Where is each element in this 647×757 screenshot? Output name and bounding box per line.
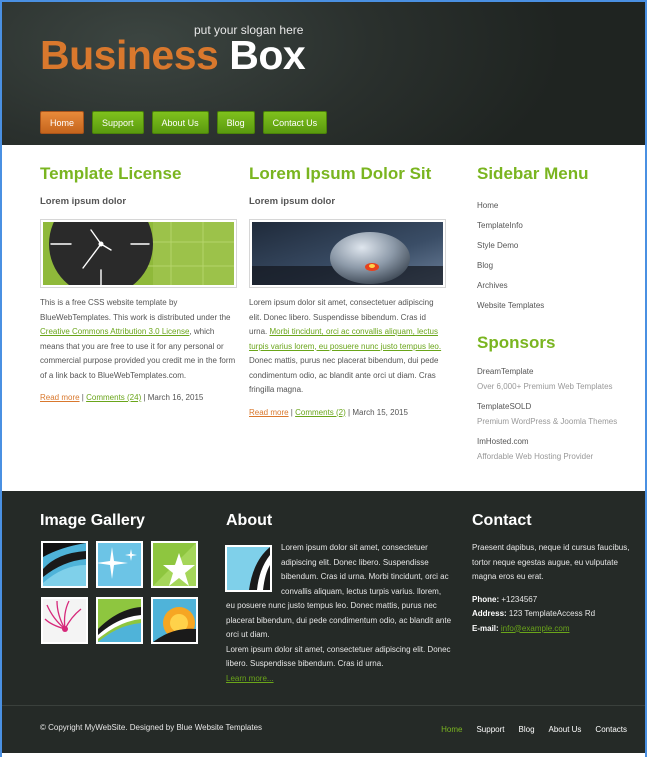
nav-support[interactable]: Support — [92, 111, 144, 134]
nav-home[interactable]: Home — [40, 111, 85, 134]
email-link[interactable]: info@example.com — [501, 624, 570, 633]
comments-link[interactable]: Comments (24) — [86, 393, 141, 402]
stripe-thumb-icon — [98, 599, 141, 642]
post-title[interactable]: Template License — [40, 164, 237, 184]
about-paragraph-2: Lorem ipsum dolor sit amet, consectetuer… — [226, 644, 451, 669]
copyright: © Copyright MyWebSite. Designed by Blue … — [40, 723, 262, 732]
about-image — [225, 545, 272, 592]
nav-about-us[interactable]: About Us — [151, 111, 209, 134]
sponsor-name[interactable]: TemplateSOLD — [477, 402, 637, 411]
gallery-thumb[interactable] — [96, 541, 143, 588]
gallery-thumb[interactable] — [151, 541, 198, 588]
inline-link[interactable]: Morbi tincidunt, orci ac convallis aliqu… — [249, 327, 441, 351]
footer-nav: Home Support Blog About Us Contacts — [441, 725, 627, 734]
sponsor-desc: Premium WordPress & Joomla Themes — [477, 417, 618, 426]
post-text-end: Donec mattis, purus nec placerat bibendu… — [249, 356, 439, 394]
address-label: Address: — [472, 609, 507, 618]
post-date: March 16, 2015 — [147, 393, 204, 402]
gallery-thumb[interactable] — [151, 597, 198, 644]
sidebar-item-blog[interactable]: Blog — [477, 261, 637, 281]
gallery-thumb[interactable] — [41, 541, 88, 588]
contact-address: Address: 123 TemplateAccess Rd — [472, 607, 637, 622]
contact-phone: Phone: +1234567 — [472, 593, 637, 608]
footer-nav-contacts[interactable]: Contacts — [595, 725, 627, 734]
learn-more-link[interactable]: Learn more... — [226, 674, 274, 683]
post-body: This is a free CSS website template by B… — [40, 296, 237, 383]
clock-graphic-icon — [43, 222, 234, 285]
contact-email: E-mail: info@example.com — [472, 622, 637, 637]
main-nav: Home Support About Us Blog Contact Us — [40, 111, 328, 134]
logo-part-2: Box — [229, 32, 306, 78]
star-thumb-icon — [153, 543, 196, 586]
license-link[interactable]: Creative Commons Attribution 3.0 License — [40, 327, 189, 336]
footer-divider — [2, 705, 645, 706]
flower-thumb-icon — [43, 599, 86, 642]
footer-nav-about-us[interactable]: About Us — [549, 725, 582, 734]
sidebar: Sidebar Menu Home TemplateInfo Style Dem… — [477, 145, 637, 472]
read-more-link[interactable]: Read more — [249, 408, 289, 417]
sponsor-item: ImHosted.com Affordable Web Hosting Prov… — [477, 437, 637, 461]
contact-intro: Praesent dapibus, neque id cursus faucib… — [472, 543, 630, 581]
comments-link[interactable]: Comments (2) — [295, 408, 346, 417]
sponsor-item: TemplateSOLD Premium WordPress & Joomla … — [477, 402, 637, 426]
post-subtitle: Lorem ipsum dolor — [40, 196, 127, 207]
address-value: 123 TemplateAccess Rd — [508, 609, 596, 618]
sidebar-menu: Home TemplateInfo Style Demo Blog Archiv… — [477, 201, 637, 321]
sponsor-desc: Affordable Web Hosting Provider — [477, 452, 594, 461]
contact-block: Praesent dapibus, neque id cursus faucib… — [472, 541, 637, 636]
post-title[interactable]: Lorem Ipsum Dolor Sit — [249, 164, 446, 184]
wave-thumb-icon — [43, 543, 86, 586]
image-gallery — [41, 541, 198, 644]
post-body: Lorem ipsum dolor sit amet, consectetuer… — [249, 296, 446, 398]
computer-mouse-icon — [252, 222, 443, 285]
footer-nav-home[interactable]: Home — [441, 725, 462, 734]
sponsor-name[interactable]: ImHosted.com — [477, 437, 637, 446]
post-meta: Read more | Comments (2) | March 15, 201… — [249, 407, 408, 417]
website-templates-link[interactable]: Website Templates — [195, 723, 262, 732]
logo-part-1: Business — [40, 32, 219, 78]
contact-title: Contact — [472, 512, 532, 529]
nav-blog[interactable]: Blog — [216, 111, 255, 134]
footer-nav-blog[interactable]: Blog — [519, 725, 535, 734]
sponsor-item: DreamTemplate Over 6,000+ Premium Web Te… — [477, 367, 637, 391]
sidebar-item-style-demo[interactable]: Style Demo — [477, 241, 637, 261]
sidebar-item-website-templates[interactable]: Website Templates — [477, 301, 637, 321]
site-logo[interactable]: Business Box — [40, 32, 306, 79]
email-label: E-mail: — [472, 623, 499, 633]
sparkle-thumb-icon — [98, 543, 141, 586]
post-date: March 15, 2015 — [352, 407, 408, 417]
copyright-text: © Copyright MyWebSite. Designed by Blue — [40, 723, 195, 732]
post-text: This is a free CSS website template by B… — [40, 298, 231, 322]
sidebar-title: Sidebar Menu — [477, 164, 589, 183]
sponsor-list: DreamTemplate Over 6,000+ Premium Web Te… — [477, 367, 637, 461]
sponsor-name[interactable]: DreamTemplate — [477, 367, 637, 376]
about-title: About — [226, 512, 273, 529]
clock-image — [40, 219, 237, 288]
read-more-link[interactable]: Read more — [40, 393, 80, 402]
post-subtitle: Lorem ipsum dolor — [249, 196, 336, 207]
post-meta: Read more | Comments (24) | March 16, 20… — [40, 393, 204, 402]
phone-label: Phone: — [472, 594, 500, 604]
post-1: Template License Lorem ipsum dolor This … — [40, 145, 237, 402]
about-thumb-icon — [227, 547, 270, 590]
sidebar-item-templateinfo[interactable]: TemplateInfo — [477, 221, 637, 241]
nav-contact-us[interactable]: Contact Us — [262, 111, 328, 134]
sidebar-item-archives[interactable]: Archives — [477, 281, 637, 301]
gallery-thumb[interactable] — [41, 597, 88, 644]
site-header: put your slogan here Business Box Home S… — [2, 2, 645, 145]
sunrise-thumb-icon — [153, 599, 196, 642]
sidebar-item-home[interactable]: Home — [477, 201, 637, 221]
gallery-thumb[interactable] — [96, 597, 143, 644]
post-2: Lorem Ipsum Dolor Sit Lorem ipsum dolor … — [249, 145, 446, 417]
phone-value: +1234567 — [501, 594, 538, 604]
footer-nav-support[interactable]: Support — [476, 725, 504, 734]
mouse-image — [249, 219, 446, 288]
sponsor-desc: Over 6,000+ Premium Web Templates — [477, 382, 613, 391]
gallery-title: Image Gallery — [40, 512, 145, 529]
sponsors-title: Sponsors — [477, 333, 556, 352]
